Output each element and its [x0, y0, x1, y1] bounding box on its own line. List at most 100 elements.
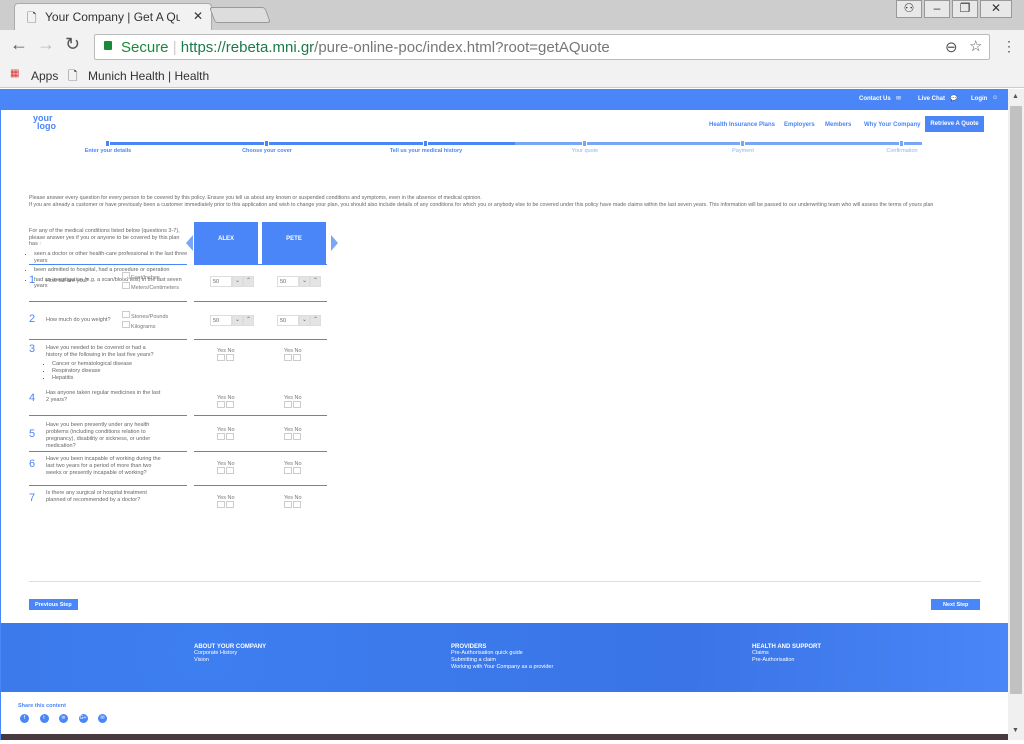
new-tab-button[interactable] — [209, 7, 271, 23]
yes-no-group: Yes No — [217, 395, 235, 410]
yes-checkbox[interactable] — [284, 354, 292, 361]
footer-link[interactable]: Working with Your Company as a provider — [451, 664, 553, 671]
close-window-icon[interactable]: ✕ — [980, 0, 1012, 18]
person-column-pete: PETE — [262, 222, 326, 264]
chevron-up-icon[interactable]: ⌃ — [310, 276, 321, 287]
chevron-up-icon[interactable]: ⌃ — [243, 276, 254, 287]
yes-checkbox[interactable] — [284, 401, 292, 408]
value-stepper[interactable]: 50 ⌄ ⌃ — [210, 315, 254, 326]
unit-checkbox[interactable] — [122, 272, 130, 279]
previous-step-button[interactable]: Previous Step — [29, 599, 78, 610]
logo[interactable]: your logo — [33, 114, 56, 131]
stepper-value[interactable]: 50 — [210, 315, 232, 326]
google-plus-icon[interactable]: G+ — [78, 714, 88, 723]
step-label[interactable]: Enter your details — [85, 148, 131, 154]
unit-option[interactable]: Stones/Pounds — [122, 311, 168, 320]
bookmark-apps[interactable]: Apps — [31, 69, 58, 83]
back-icon[interactable]: ← — [10, 34, 28, 55]
retrieve-quote-button[interactable]: Retrieve A Quote — [925, 116, 984, 132]
footer-link[interactable]: Pre-Authorisation — [752, 657, 821, 664]
stepper-value[interactable]: 50 — [277, 315, 299, 326]
close-icon[interactable]: ✕ — [193, 9, 203, 23]
value-stepper[interactable]: 50 ⌄ ⌃ — [277, 315, 321, 326]
yes-checkbox[interactable] — [284, 467, 292, 474]
bookmark-munich-health[interactable]: Munich Health | Health — [88, 69, 209, 83]
next-person-arrow[interactable] — [331, 235, 338, 251]
unit-option[interactable]: Kilograms — [122, 321, 155, 330]
step-label[interactable]: Your quote — [572, 148, 598, 154]
yes-checkbox[interactable] — [217, 433, 225, 440]
minimize-icon[interactable]: – — [924, 0, 950, 18]
step-label[interactable]: Choose your cover — [242, 148, 292, 154]
step-label[interactable]: Confirmation — [886, 148, 917, 154]
unit-label: Meters/Centimeters — [131, 285, 179, 291]
scroll-down-icon[interactable]: ▼ — [1012, 727, 1019, 734]
unit-checkbox[interactable] — [122, 321, 130, 328]
chevron-down-icon[interactable]: ⌄ — [299, 276, 310, 287]
facebook-icon[interactable]: f — [20, 714, 29, 723]
login-link[interactable]: Login — [971, 96, 987, 102]
chevron-down-icon[interactable]: ⌄ — [232, 276, 243, 287]
next-step-button[interactable]: Next Step — [931, 599, 981, 610]
question-number: 5 — [29, 428, 36, 440]
no-checkbox[interactable] — [226, 467, 234, 474]
restore-icon[interactable]: ❐ — [952, 0, 978, 18]
nav-employers[interactable]: Employers — [784, 122, 815, 128]
footer-link[interactable]: Submitting a claim — [451, 657, 553, 664]
forward-icon[interactable]: → — [37, 34, 55, 55]
yes-checkbox[interactable] — [217, 354, 225, 361]
no-checkbox[interactable] — [293, 354, 301, 361]
scroll-up-icon[interactable]: ▲ — [1012, 93, 1019, 100]
stepper-value[interactable]: 50 — [277, 276, 299, 287]
contact-us-link[interactable]: Contact Us — [859, 96, 891, 102]
step-label[interactable]: Tell us your medical history — [390, 148, 462, 154]
yes-checkbox[interactable] — [217, 467, 225, 474]
no-checkbox[interactable] — [226, 401, 234, 408]
chevron-up-icon[interactable]: ⌃ — [243, 315, 254, 326]
live-chat-link[interactable]: Live Chat — [918, 96, 945, 102]
address-bar[interactable]: Secure | https://rebeta.mni.gr/pure-onli… — [94, 34, 990, 60]
profile-icon[interactable]: ⚇ — [896, 0, 922, 18]
nav-members[interactable]: Members — [825, 122, 851, 128]
footer-link[interactable]: Vision — [194, 657, 266, 664]
nav-health-insurance-plans[interactable]: Health Insurance Plans — [709, 122, 775, 128]
nav-why-your-company[interactable]: Why Your Company — [864, 122, 920, 128]
unit-checkbox[interactable] — [122, 282, 130, 289]
no-checkbox[interactable] — [226, 433, 234, 440]
footer-link[interactable]: Claims — [752, 650, 821, 657]
prev-person-arrow[interactable] — [186, 235, 193, 251]
no-checkbox[interactable] — [293, 467, 301, 474]
unit-option[interactable]: Meters/Centimeters — [122, 282, 179, 291]
reload-icon[interactable]: ↻ — [65, 34, 80, 55]
scrollbar-thumb[interactable] — [1010, 106, 1022, 694]
value-stepper[interactable]: 50 ⌄ ⌃ — [210, 276, 254, 287]
yes-checkbox[interactable] — [217, 401, 225, 408]
yes-checkbox[interactable] — [284, 433, 292, 440]
footer-link[interactable]: Corporate History — [194, 650, 266, 657]
zoom-icon[interactable]: ⊖ — [945, 38, 958, 56]
chevron-down-icon[interactable]: ⌄ — [232, 315, 243, 326]
twitter-icon[interactable]: t — [39, 714, 49, 723]
no-checkbox[interactable] — [293, 401, 301, 408]
stepper-value[interactable]: 50 — [210, 276, 232, 287]
linkedin-icon[interactable]: in — [59, 714, 68, 723]
browser-toolbar: ← → ↻ Secure | https://rebeta.mni.gr/pur… — [0, 30, 1024, 64]
unit-checkbox[interactable] — [122, 311, 130, 318]
no-checkbox[interactable] — [226, 354, 234, 361]
no-checkbox[interactable] — [293, 501, 301, 508]
no-checkbox[interactable] — [293, 433, 301, 440]
step-label[interactable]: Payment — [732, 148, 754, 154]
menu-icon[interactable]: ⋮ — [1002, 38, 1016, 55]
conditions-lead: For any of the medical conditions listed… — [29, 228, 180, 247]
no-checkbox[interactable] — [226, 501, 234, 508]
value-stepper[interactable]: 50 ⌄ ⌃ — [277, 276, 321, 287]
yes-checkbox[interactable] — [217, 501, 225, 508]
star-icon[interactable]: ☆ — [969, 37, 982, 55]
browser-tab[interactable]: 🗋 Your Company | Get A Quote ✕ — [14, 3, 212, 30]
yes-checkbox[interactable] — [284, 501, 292, 508]
email-icon[interactable]: ✉ — [98, 714, 107, 723]
footer-link[interactable]: Pre-Authorisation quick guide — [451, 650, 553, 657]
unit-option[interactable]: Feet/Inches — [122, 272, 160, 281]
chevron-down-icon[interactable]: ⌄ — [299, 315, 310, 326]
chevron-up-icon[interactable]: ⌃ — [310, 315, 321, 326]
